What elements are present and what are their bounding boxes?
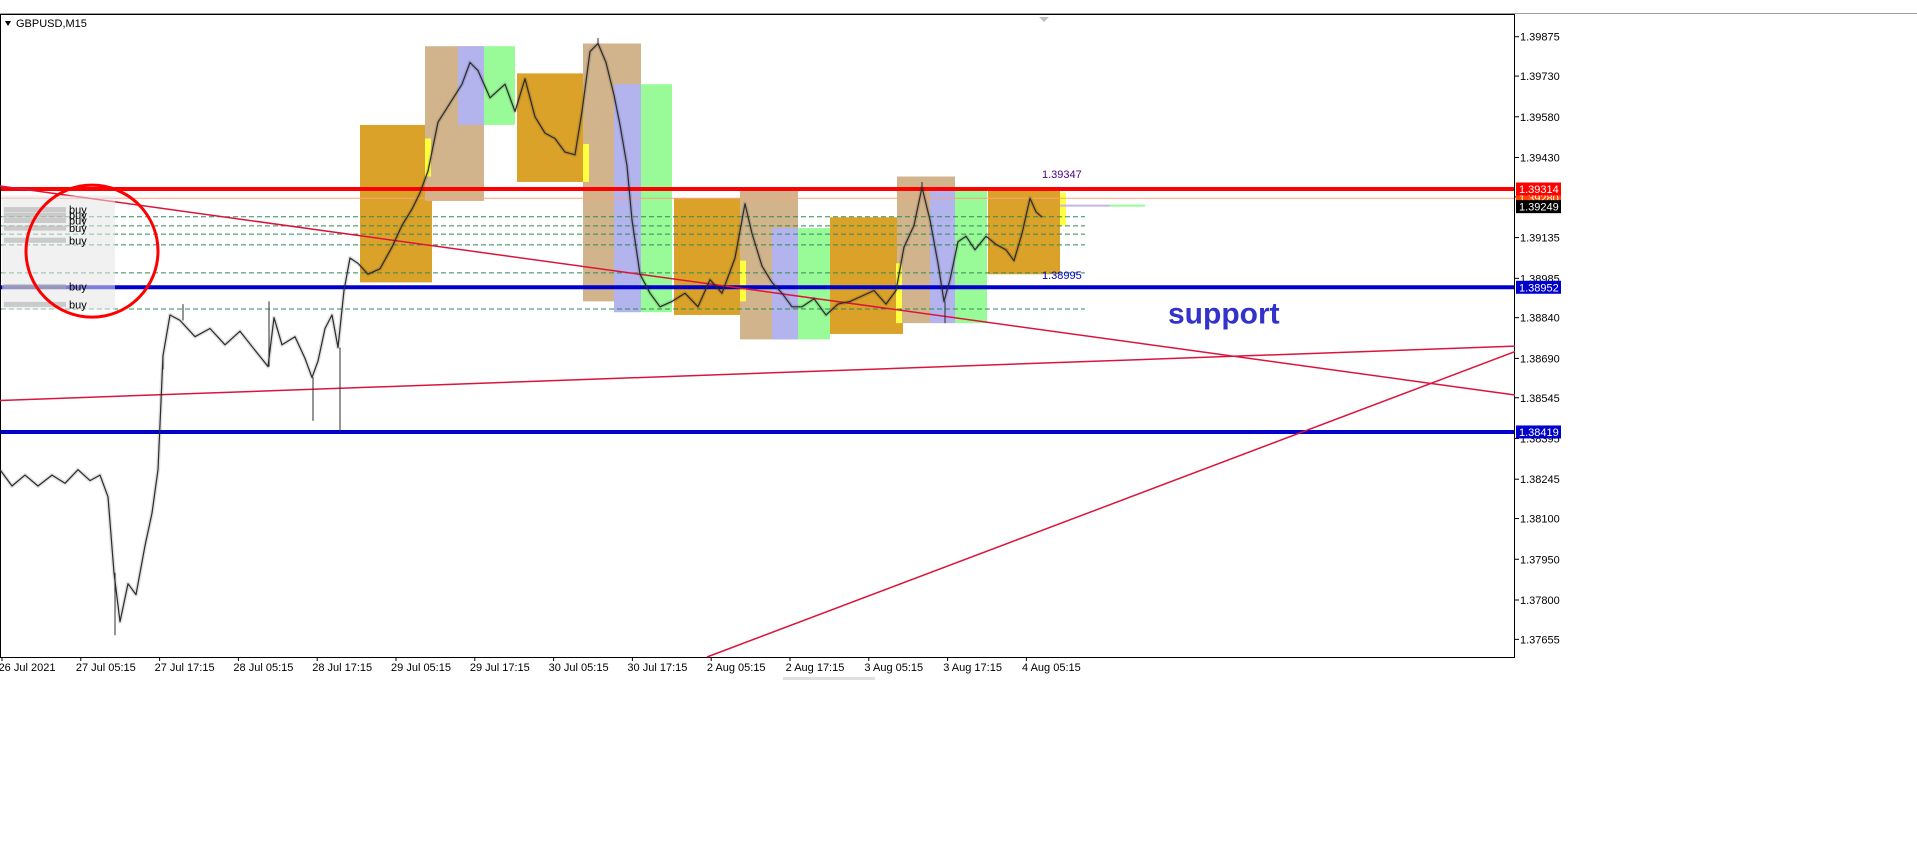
level-price-tag: 1.38419 [1519, 427, 1559, 439]
price-tick-label: 1.39580 [1520, 112, 1560, 124]
chart-background [0, 0, 1917, 851]
line-value-label: 1.38995 [1042, 270, 1082, 282]
current-price-tag: 1.39249 [1519, 202, 1559, 214]
zone-marker [740, 260, 746, 302]
line-value-label: 1.39347 [1042, 169, 1082, 181]
time-tick-label: 30 Jul 05:15 [549, 662, 609, 674]
time-tick-label: 3 Aug 17:15 [943, 662, 1002, 674]
buy-label: buy [69, 235, 87, 247]
buy-label: buy [69, 223, 87, 235]
support-annotation[interactable]: support [1168, 298, 1280, 331]
time-tick-label: 2 Aug 17:15 [786, 662, 845, 674]
buy-label: buy [69, 299, 87, 311]
level-price-tag: 1.38952 [1519, 282, 1559, 294]
price-tick-label: 1.39430 [1520, 153, 1560, 165]
price-tick-label: 1.39730 [1520, 71, 1560, 83]
zone-box [674, 198, 740, 315]
price-tick-label: 1.37800 [1520, 595, 1560, 607]
price-tick-label: 1.38100 [1520, 514, 1560, 526]
price-tick-label: 1.37655 [1520, 634, 1560, 646]
time-tick-label: 27 Jul 05:15 [76, 662, 136, 674]
buy-label: buy [69, 281, 87, 293]
time-tick-label: 29 Jul 05:15 [391, 662, 451, 674]
time-tick-label: 3 Aug 05:15 [864, 662, 923, 674]
time-tick-label: 30 Jul 17:15 [627, 662, 687, 674]
time-tick-label: 29 Jul 17:15 [470, 662, 530, 674]
price-tick-label: 1.38840 [1520, 313, 1560, 325]
price-tick-label: 1.38545 [1520, 393, 1560, 405]
zone-box [360, 124, 432, 283]
time-tick-label: 2 Aug 05:15 [707, 662, 766, 674]
chart-window[interactable]: buy buy buy buy buy buy buy 1.39875 1.39730 1.39… [0, 0, 1917, 851]
time-tick-label: 26 Jul 2021 [0, 662, 55, 674]
zone-marker [1060, 192, 1066, 226]
zone-box [955, 187, 987, 324]
zone-marker [583, 143, 589, 182]
time-tick-label: 28 Jul 17:15 [312, 662, 372, 674]
price-tick-label: 1.38245 [1520, 474, 1560, 486]
symbol-timeframe-label: GBPUSD,M15 [16, 18, 87, 30]
level-price-tag: 1.39314 [1519, 184, 1559, 196]
zone-box [830, 217, 903, 334]
price-tick-label: 1.38690 [1520, 353, 1560, 365]
price-tick-label: 1.39135 [1520, 233, 1560, 245]
time-tick-label: 4 Aug 05:15 [1022, 662, 1081, 674]
time-tick-label: 27 Jul 17:15 [155, 662, 215, 674]
price-tick-label: 1.39875 [1520, 32, 1560, 44]
horizontal-scrollbar[interactable] [783, 677, 875, 680]
time-tick-label: 28 Jul 05:15 [233, 662, 293, 674]
price-tick-label: 1.37950 [1520, 554, 1560, 566]
zone-box [930, 187, 955, 324]
zone-box [484, 46, 515, 125]
price-chart[interactable]: buybuybuybuybuybuybuy 1.398751.397301.39… [0, 0, 1917, 851]
